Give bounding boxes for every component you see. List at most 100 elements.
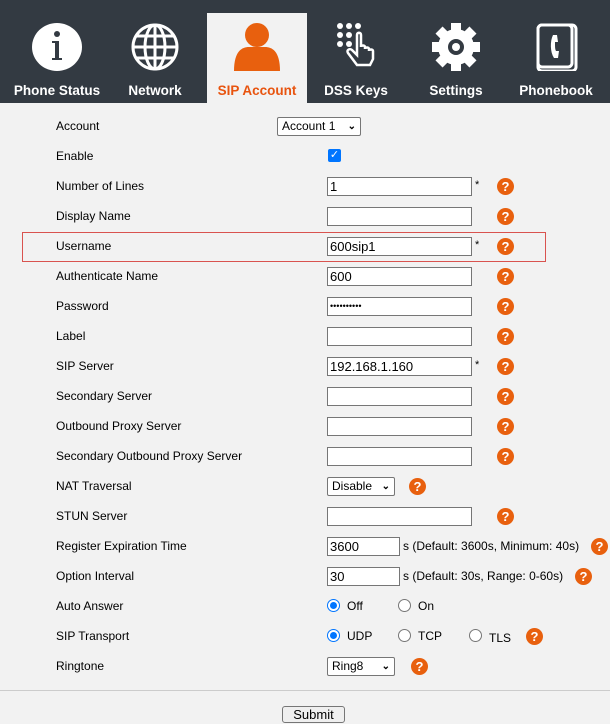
sip-server-label: SIP Server	[56, 359, 114, 373]
submit-button[interactable]: Submit	[282, 706, 345, 723]
row-secondary-server: Secondary Server ?	[0, 381, 610, 411]
gear-icon	[432, 23, 480, 71]
row-register-expiration: Register Expiration Time 3600 s (Default…	[0, 531, 610, 561]
lines-input[interactable]: 1	[327, 177, 472, 196]
row-option-interval: Option Interval 30 s (Default: 30s, Rang…	[0, 561, 610, 591]
label-input[interactable]	[327, 327, 472, 346]
help-icon[interactable]: ?	[411, 658, 428, 675]
auth-name-input[interactable]: 600	[327, 267, 472, 286]
help-icon[interactable]: ?	[575, 568, 592, 585]
globe-icon	[131, 23, 179, 71]
ringtone-label: Ringtone	[56, 659, 105, 673]
help-icon[interactable]: ?	[497, 328, 514, 345]
help-icon[interactable]: ?	[591, 538, 608, 555]
help-icon[interactable]: ?	[409, 478, 426, 495]
sip-transport-label: SIP Transport	[56, 629, 130, 643]
help-icon[interactable]: ?	[497, 178, 514, 195]
tab-phonebook[interactable]: Phonebook	[506, 13, 606, 103]
chevron-down-icon: ⌄	[381, 481, 390, 492]
row-authenticate-name: Authenticate Name 600 ?	[0, 261, 610, 291]
register-expiration-note: s (Default: 3600s, Minimum: 40s)	[403, 539, 580, 553]
chevron-down-icon: ⌄	[381, 661, 390, 672]
tab-dss-keys[interactable]: DSS Keys	[306, 13, 406, 103]
help-icon[interactable]: ?	[497, 388, 514, 405]
tab-network[interactable]: Network	[105, 13, 205, 103]
user-icon	[234, 23, 280, 71]
row-ringtone: Ringtone Ring8 ⌄ ?	[0, 651, 610, 681]
secondary-outbound-proxy-input[interactable]	[327, 447, 472, 466]
nat-select[interactable]: Disable ⌄	[327, 477, 395, 496]
keypad-icon	[337, 23, 375, 67]
divider	[0, 690, 610, 691]
row-password: Password •••••••••• ?	[0, 291, 610, 321]
display-name-label: Display Name	[56, 209, 131, 223]
nat-label: NAT Traversal	[56, 479, 132, 493]
info-icon	[32, 23, 82, 71]
phonebook-icon	[536, 23, 578, 71]
help-icon[interactable]: ?	[526, 628, 543, 645]
row-outbound-proxy: Outbound Proxy Server ?	[0, 411, 610, 441]
sip-server-input[interactable]: 192.168.1.160	[327, 357, 472, 376]
tab-sip-account[interactable]: SIP Account	[207, 13, 307, 103]
tab-settings[interactable]: Settings	[406, 13, 506, 103]
tab-label: Phone Status	[13, 83, 101, 98]
transport-tcp-radio[interactable]	[398, 629, 411, 642]
tab-label: Settings	[429, 83, 483, 98]
radio-label: TLS	[489, 631, 512, 645]
help-icon[interactable]: ?	[497, 358, 514, 375]
enable-checkbox[interactable]: ✓	[328, 149, 341, 162]
tab-phone-status[interactable]: Phone Status	[7, 13, 107, 103]
help-icon[interactable]: ?	[497, 448, 514, 465]
stun-input[interactable]	[327, 507, 472, 526]
row-username: Username 600sip1 * ?	[0, 231, 610, 261]
required-mark: *	[475, 239, 480, 251]
row-nat-traversal: NAT Traversal Disable ⌄ ?	[0, 471, 610, 501]
transport-udp-radio[interactable]	[327, 629, 340, 642]
account-select[interactable]: Account 1 ⌄	[277, 117, 361, 136]
auto-answer-off-radio[interactable]	[327, 599, 340, 612]
row-auto-answer: Auto Answer Off On	[0, 591, 610, 621]
secondary-outbound-proxy-label: Secondary Outbound Proxy Server	[56, 449, 243, 463]
secondary-server-label: Secondary Server	[56, 389, 153, 403]
outbound-proxy-label: Outbound Proxy Server	[56, 419, 182, 433]
row-sip-server: SIP Server 192.168.1.160 * ?	[0, 351, 610, 381]
top-nav: Phone Status Network SIP Account DSS Key…	[0, 0, 610, 103]
auth-name-label: Authenticate Name	[56, 269, 159, 283]
chevron-down-icon: ⌄	[347, 121, 356, 132]
ringtone-select[interactable]: Ring8 ⌄	[327, 657, 395, 676]
enable-label: Enable	[56, 149, 94, 163]
label-label: Label	[56, 329, 86, 343]
row-display-name: Display Name ?	[0, 201, 610, 231]
row-lines: Number of Lines 1 * ?	[0, 171, 610, 201]
ringtone-value: Ring8	[332, 659, 364, 673]
row-stun-server: STUN Server ?	[0, 501, 610, 531]
help-icon[interactable]: ?	[497, 208, 514, 225]
option-interval-input[interactable]: 30	[327, 567, 400, 586]
row-account: Account Account 1 ⌄	[0, 111, 610, 141]
help-icon[interactable]: ?	[497, 508, 514, 525]
help-icon[interactable]: ?	[497, 418, 514, 435]
option-interval-note: s (Default: 30s, Range: 0-60s)	[403, 569, 564, 583]
row-label: Label ?	[0, 321, 610, 351]
help-icon[interactable]: ?	[497, 238, 514, 255]
display-name-input[interactable]	[327, 207, 472, 226]
password-input[interactable]: ••••••••••	[327, 297, 472, 316]
transport-tls-radio[interactable]	[469, 629, 482, 642]
tab-label: Phonebook	[519, 83, 593, 98]
register-expiration-label: Register Expiration Time	[56, 539, 187, 553]
row-enable: Enable ✓	[0, 141, 610, 171]
lines-label: Number of Lines	[56, 179, 145, 193]
nat-value: Disable	[332, 479, 373, 493]
account-value: Account 1	[282, 119, 336, 133]
username-input[interactable]: 600sip1	[327, 237, 472, 256]
register-expiration-input[interactable]: 3600	[327, 537, 400, 556]
auto-answer-on-radio[interactable]	[398, 599, 411, 612]
radio-label: Off	[347, 599, 363, 613]
required-mark: *	[475, 359, 480, 371]
secondary-server-input[interactable]	[327, 387, 472, 406]
username-label: Username	[56, 239, 112, 253]
help-icon[interactable]: ?	[497, 268, 514, 285]
outbound-proxy-input[interactable]	[327, 417, 472, 436]
tab-label: Network	[128, 83, 182, 98]
help-icon[interactable]: ?	[497, 298, 514, 315]
